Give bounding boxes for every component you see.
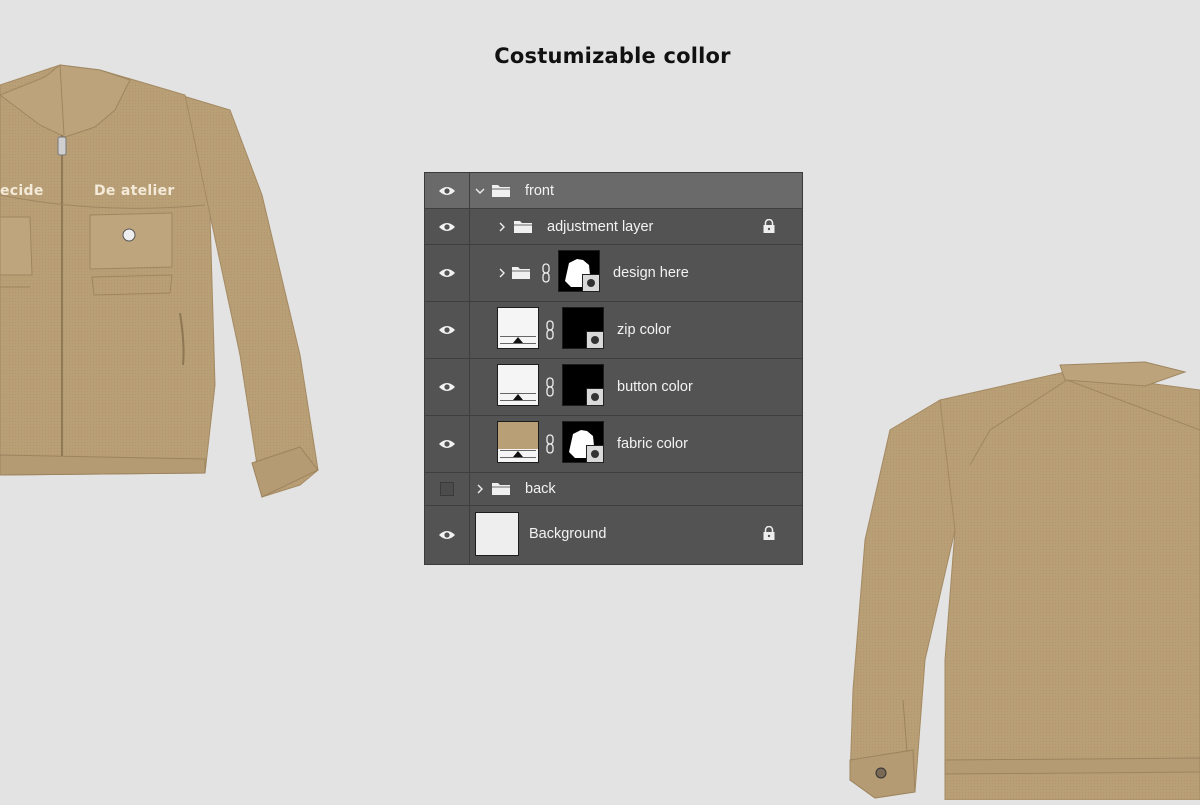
layer-name-design: design here: [613, 265, 689, 281]
layer-row-front[interactable]: front: [425, 173, 802, 209]
layer-row-design-here[interactable]: design here: [425, 245, 802, 302]
visibility-toggle-button[interactable]: [425, 359, 470, 415]
jacket-back-illustration: [849, 361, 1200, 801]
chest-print-left: ecide: [0, 183, 44, 199]
lock-icon: [763, 526, 775, 540]
eye-icon: [439, 440, 455, 448]
layer-mask-thumbnail[interactable]: [562, 364, 604, 406]
eye-icon: [439, 186, 455, 195]
fill-layer-thumbnail[interactable]: [497, 307, 539, 349]
layer-row-button-color[interactable]: button color: [425, 359, 802, 416]
folder-icon: [512, 267, 530, 279]
fill-layer-thumbnail[interactable]: [497, 421, 539, 463]
smart-object-badge: [586, 331, 604, 349]
layer-row-zip-color[interactable]: zip color: [425, 302, 802, 359]
slider-triangle-icon: [513, 451, 523, 457]
eye-icon: [439, 531, 455, 539]
layer-name-front: front: [525, 183, 555, 199]
chevron-down-icon[interactable]: [475, 186, 485, 196]
folder-icon: [492, 185, 510, 197]
slider-triangle-icon: [513, 337, 523, 343]
eye-icon: [439, 222, 455, 231]
eye-icon: [439, 383, 455, 391]
jacket-front-mockup: ecide De atelier: [0, 55, 320, 500]
visibility-toggle-design[interactable]: [425, 245, 470, 301]
visibility-toggle-front[interactable]: [425, 173, 470, 208]
layer-row-fabric-color[interactable]: fabric color: [425, 416, 802, 473]
eye-icon: [439, 326, 455, 334]
link-chain-icon[interactable]: [545, 377, 555, 397]
smart-object-badge: [586, 388, 604, 406]
layer-row-adjustment-layer[interactable]: adjustment layer: [425, 209, 802, 245]
chest-print-right: De atelier: [94, 183, 175, 199]
layer-name-adjustment: adjustment layer: [547, 219, 654, 235]
chevron-right-icon[interactable]: [497, 268, 507, 278]
chevron-right-icon[interactable]: [475, 484, 485, 494]
smart-object-badge: [582, 274, 600, 292]
visibility-toggle-background[interactable]: [425, 506, 470, 564]
visibility-toggle-fabric[interactable]: [425, 416, 470, 472]
folder-icon: [514, 221, 532, 233]
link-chain-icon[interactable]: [545, 434, 555, 454]
visibility-toggle-back[interactable]: [425, 473, 470, 505]
link-chain-icon[interactable]: [541, 263, 551, 283]
layer-row-background[interactable]: Background: [425, 506, 802, 564]
eye-icon: [439, 269, 455, 277]
folder-icon: [492, 483, 510, 495]
chevron-right-icon[interactable]: [497, 222, 507, 232]
layer-mask-thumbnail[interactable]: [558, 250, 600, 292]
layer-name-background: Background: [529, 526, 607, 542]
visibility-toggle-zip[interactable]: [425, 302, 470, 358]
layer-mask-thumbnail[interactable]: [562, 307, 604, 349]
layer-name-zip: zip color: [617, 322, 671, 338]
fabric-color-swatch: [498, 422, 538, 449]
background-thumbnail[interactable]: [475, 512, 519, 556]
jacket-front-illustration: [0, 64, 319, 498]
layers-panel: front adjustment layer design here zip c…: [424, 172, 803, 565]
fill-layer-thumbnail[interactable]: [497, 364, 539, 406]
color-swatch: [498, 308, 538, 335]
jacket-back-mockup: [845, 360, 1200, 801]
slider-triangle-icon: [513, 394, 523, 400]
layer-mask-thumbnail[interactable]: [562, 421, 604, 463]
visibility-toggle-adjustment[interactable]: [425, 209, 470, 244]
layer-name-back: back: [525, 481, 556, 497]
smart-object-badge: [586, 445, 604, 463]
color-swatch: [498, 365, 538, 392]
hidden-visibility-box[interactable]: [440, 482, 454, 496]
lock-icon: [763, 219, 775, 233]
layer-row-back[interactable]: back: [425, 473, 802, 506]
link-chain-icon[interactable]: [545, 320, 555, 340]
layer-name-fabric: fabric color: [617, 436, 688, 452]
layer-name-button: button color: [617, 379, 693, 395]
